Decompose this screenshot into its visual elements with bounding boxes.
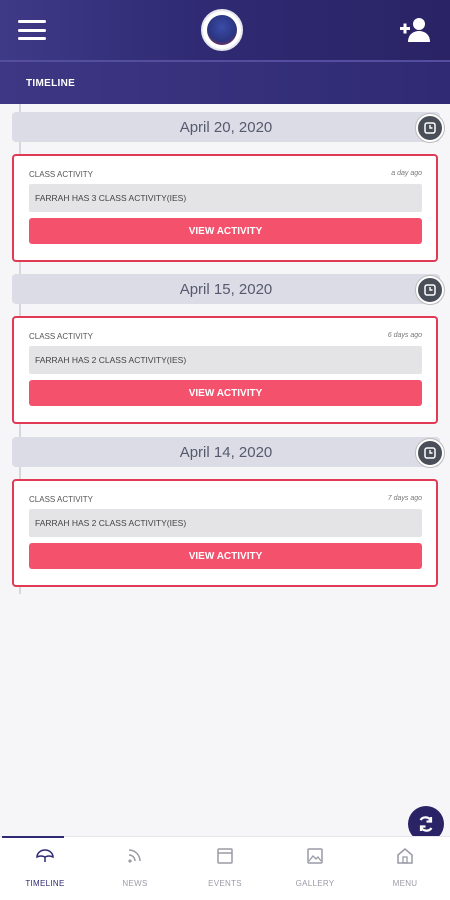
view-activity-button[interactable]: VIEW ACTIVITY [29, 218, 422, 244]
tab-label: EVENTS [208, 879, 242, 888]
section-header: TIMELINE [0, 60, 450, 104]
hamburger-icon[interactable] [18, 20, 46, 40]
rss-icon [128, 849, 141, 863]
card-message-text: FARRAH HAS 2 CLASS ACTIVITY(IES) [35, 518, 187, 528]
home-icon [397, 848, 413, 864]
date-label: April 20, 2020 [179, 118, 273, 136]
card-message: FARRAH HAS 2 CLASS ACTIVITY(IES) [29, 346, 422, 374]
top-bar [0, 0, 450, 60]
tab-menu[interactable]: MENU [360, 837, 450, 900]
tab-label: MENU [392, 879, 418, 888]
date-bar: April 15, 2020 [12, 274, 440, 304]
view-activity-button[interactable]: VIEW ACTIVITY [29, 380, 422, 406]
tab-label: NEWS [122, 879, 148, 888]
calendar-icon [217, 848, 233, 864]
date-label: April 14, 2020 [179, 443, 273, 461]
section-title: TIMELINE [26, 77, 76, 89]
card-time: 6 days ago [387, 332, 422, 339]
card-message-text: FARRAH HAS 2 CLASS ACTIVITY(IES) [35, 355, 187, 365]
add-user-icon[interactable] [398, 16, 432, 44]
timeline-content[interactable]: April 20, 2020 CLASS ACTIVITY a day ago … [0, 104, 450, 836]
bottom-tab-bar: TIMELINE NEWS EVENTS GALLERY MENU [0, 836, 450, 900]
umbrella-icon [36, 849, 54, 862]
card-message: FARRAH HAS 2 CLASS ACTIVITY(IES) [29, 509, 422, 537]
tab-label: TIMELINE [25, 879, 65, 888]
tab-news[interactable]: NEWS [90, 837, 180, 900]
activity-card: CLASS ACTIVITY 6 days ago FARRAH HAS 2 C… [12, 316, 438, 424]
tab-timeline[interactable]: TIMELINE [0, 836, 90, 900]
card-label: CLASS ACTIVITY [29, 332, 94, 341]
date-bar: April 14, 2020 [12, 437, 440, 467]
date-bar: April 20, 2020 [12, 112, 440, 142]
date-label: April 15, 2020 [179, 280, 273, 298]
card-label: CLASS ACTIVITY [29, 495, 94, 504]
card-message-text: FARRAH HAS 3 CLASS ACTIVITY(IES) [35, 193, 187, 203]
card-label: CLASS ACTIVITY [29, 170, 94, 179]
card-message: FARRAH HAS 3 CLASS ACTIVITY(IES) [29, 184, 422, 212]
clock-icon [416, 276, 444, 304]
tab-label: GALLERY [295, 879, 335, 888]
image-icon [307, 848, 323, 864]
activity-card: CLASS ACTIVITY 7 days ago FARRAH HAS 2 C… [12, 479, 438, 587]
activity-card: CLASS ACTIVITY a day ago FARRAH HAS 3 CL… [12, 154, 438, 262]
tab-events[interactable]: EVENTS [180, 837, 270, 900]
clock-icon [416, 439, 444, 467]
refresh-icon [419, 816, 433, 832]
view-activity-button[interactable]: VIEW ACTIVITY [29, 543, 422, 569]
card-time: 7 days ago [387, 495, 422, 502]
clock-icon [416, 114, 444, 142]
tab-gallery[interactable]: GALLERY [270, 837, 360, 900]
school-logo [201, 9, 243, 51]
card-time: a day ago [391, 170, 422, 177]
